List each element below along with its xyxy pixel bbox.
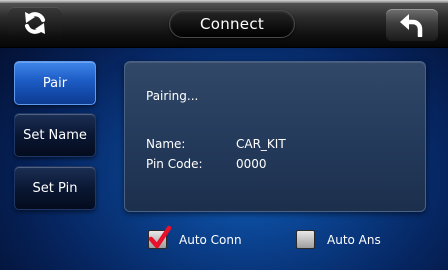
page-title: Connect <box>169 10 295 38</box>
pin-code-value: 0000 <box>236 157 267 171</box>
top-bar-edge <box>0 0 448 3</box>
refresh-arrows-icon <box>24 12 46 34</box>
pairing-status: Pairing... <box>146 89 199 103</box>
pair-button[interactable]: Pair <box>14 61 96 105</box>
auto-conn-label: Auto Conn <box>179 233 242 247</box>
auto-ans-option[interactable]: Auto Ans <box>296 230 406 252</box>
back-arrow-icon <box>400 14 423 37</box>
top-bar: Connect <box>0 0 448 48</box>
set-name-button[interactable]: Set Name <box>14 113 96 157</box>
refresh-button[interactable] <box>8 7 62 39</box>
auto-ans-checkbox[interactable] <box>296 230 315 249</box>
checkmark-icon <box>148 225 172 249</box>
auto-conn-option[interactable]: Auto Conn <box>148 225 258 252</box>
auto-conn-checkbox[interactable] <box>148 225 172 249</box>
name-label: Name: <box>146 137 186 151</box>
top-bar-divider <box>0 47 448 48</box>
info-panel: Pairing... Name: CAR_KIT Pin Code: 0000 <box>124 61 426 212</box>
name-value: CAR_KIT <box>236 137 286 151</box>
set-pin-button[interactable]: Set Pin <box>14 166 96 210</box>
pin-code-label: Pin Code: <box>146 157 203 171</box>
back-button[interactable] <box>386 9 438 41</box>
auto-ans-label: Auto Ans <box>327 233 381 247</box>
